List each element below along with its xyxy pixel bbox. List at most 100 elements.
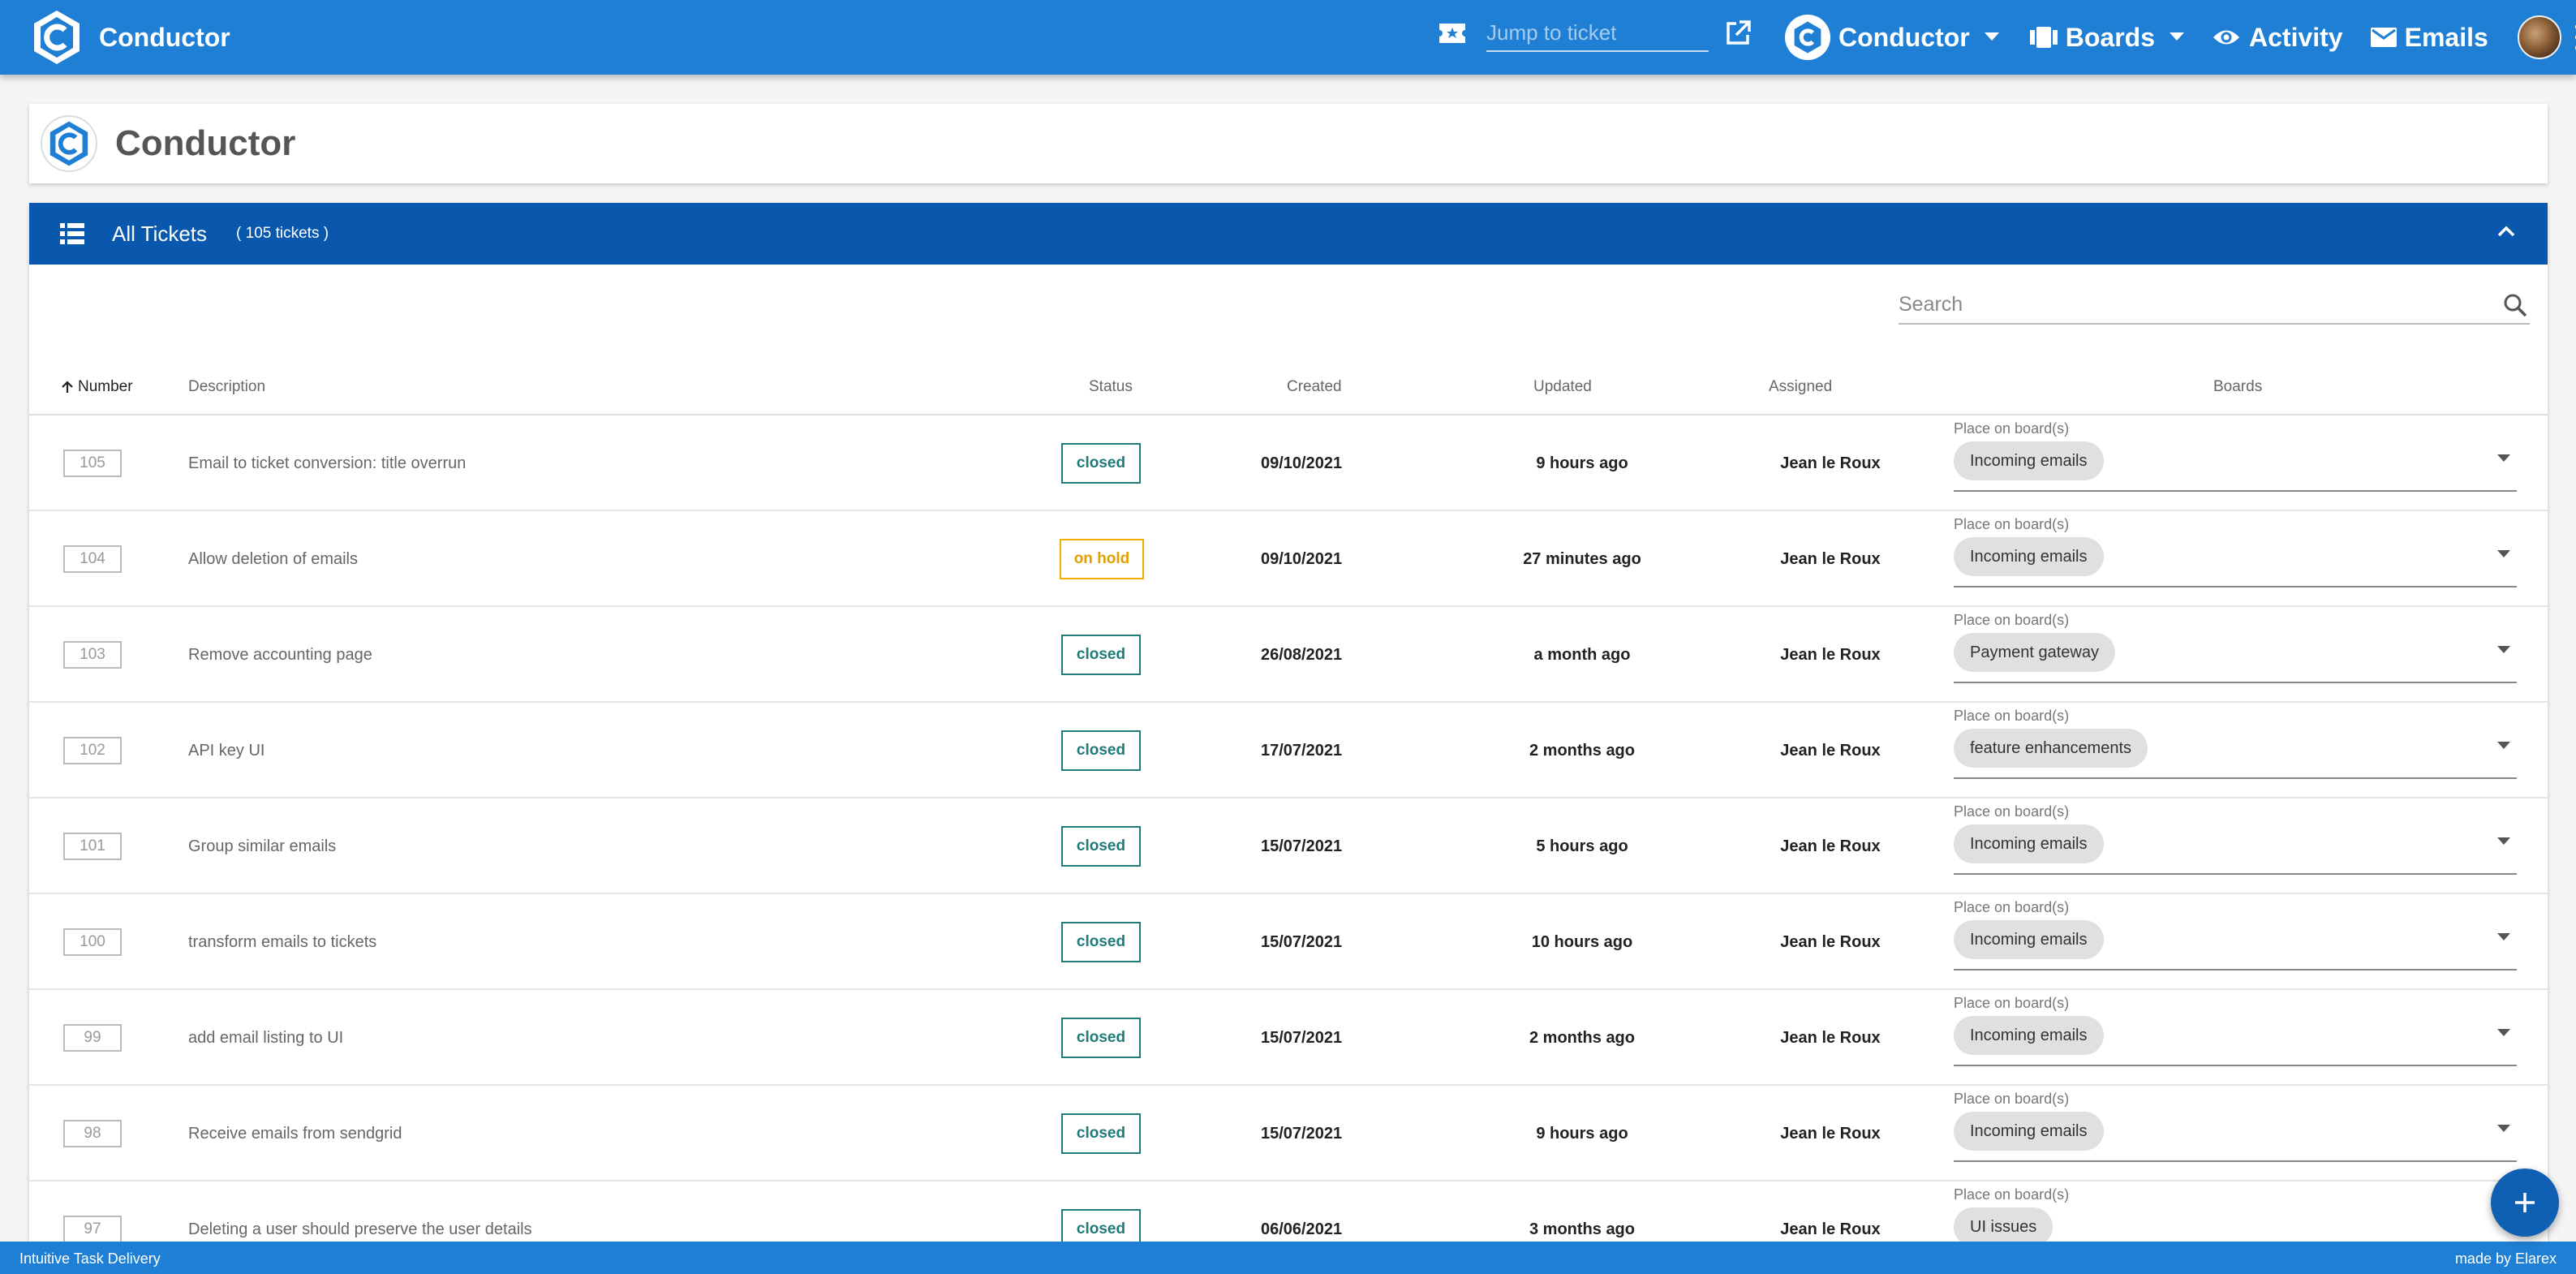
- board-select-label: Place on board(s): [1954, 1186, 2070, 1203]
- column-header-assigned[interactable]: Assigned: [1769, 378, 1832, 396]
- table-row[interactable]: 98 Receive emails from sendgrid closed 15/0…: [29, 1086, 2548, 1181]
- assignee: Jean le Roux: [1780, 1220, 1881, 1238]
- ticket-number[interactable]: 99: [63, 1024, 122, 1052]
- ticket-description[interactable]: add email listing to UI: [188, 1029, 343, 1048]
- created-date: 15/07/2021: [1261, 933, 1343, 951]
- board-chip[interactable]: Incoming emails: [1954, 920, 2104, 959]
- brand[interactable]: Conductor: [31, 9, 230, 66]
- dropdown-arrow-icon[interactable]: [2497, 933, 2510, 941]
- created-date: 17/07/2021: [1261, 742, 1343, 760]
- ticket-description[interactable]: Group similar emails: [188, 837, 336, 856]
- activity-link[interactable]: Activity: [2212, 23, 2343, 53]
- add-ticket-button[interactable]: [2491, 1169, 2559, 1237]
- dropdown-arrow-icon[interactable]: [2497, 454, 2510, 463]
- updated-time: 2 months ago: [1529, 742, 1635, 760]
- mail-icon: [2370, 28, 2397, 47]
- footer-credit: made by Elarex: [2454, 1250, 2557, 1267]
- boards-menu[interactable]: Boards: [2029, 23, 2184, 53]
- search-input[interactable]: [1899, 287, 2483, 321]
- dropdown-arrow-icon[interactable]: [2497, 837, 2510, 846]
- ticket-description[interactable]: Deleting a user should preserve the user…: [188, 1220, 532, 1239]
- board-select[interactable]: Place on board(s) Incoming emails: [1954, 1091, 2517, 1162]
- status-badge: closed: [1061, 1113, 1141, 1154]
- ticket-description[interactable]: API key UI: [188, 742, 264, 760]
- updated-time: 10 hours ago: [1531, 933, 1633, 951]
- tickets-panel: All Tickets ( 105 tickets ) Number Descr…: [29, 203, 2548, 1258]
- ticket-number[interactable]: 103: [63, 641, 122, 669]
- ticket-number[interactable]: 105: [63, 450, 122, 477]
- panel-title: All Tickets: [112, 221, 208, 246]
- table-row[interactable]: 102 API key UI closed 17/07/2021 2 months ag…: [29, 703, 2548, 798]
- user-avatar[interactable]: [2517, 15, 2561, 59]
- created-date: 09/10/2021: [1261, 550, 1343, 568]
- plus-icon: [2515, 1193, 2535, 1212]
- dropdown-arrow-icon[interactable]: [2497, 1029, 2510, 1037]
- ticket-description[interactable]: Allow deletion of emails: [188, 550, 358, 569]
- ticket-number[interactable]: 100: [63, 928, 122, 956]
- board-chip[interactable]: Incoming emails: [1954, 441, 2104, 480]
- table-row[interactable]: 104 Allow deletion of emails on hold 09/10/…: [29, 511, 2548, 607]
- workspace-menu[interactable]: Conductor: [1785, 15, 1999, 60]
- table-row[interactable]: 103 Remove accounting page closed 26/08/202…: [29, 607, 2548, 703]
- dropdown-arrow-icon[interactable]: [2497, 742, 2510, 750]
- table-header: Number Description Status Created Update…: [29, 357, 2548, 415]
- table-row[interactable]: 101 Group similar emails closed 15/07/2021 5…: [29, 798, 2548, 894]
- board-chip[interactable]: Incoming emails: [1954, 1016, 2104, 1055]
- updated-time: a month ago: [1533, 646, 1631, 664]
- ticket-description[interactable]: transform emails to tickets: [188, 933, 376, 952]
- jump-to-ticket: [1438, 15, 1752, 52]
- table-row[interactable]: 99 add email listing to UI closed 15/07/202…: [29, 990, 2548, 1086]
- brand-name: Conductor: [99, 22, 230, 52]
- search-icon[interactable]: [2502, 292, 2528, 318]
- ticket-description[interactable]: Receive emails from sendgrid: [188, 1125, 402, 1143]
- updated-time: 9 hours ago: [1536, 1125, 1628, 1143]
- chevron-up-icon[interactable]: [2497, 226, 2515, 237]
- table-row[interactable]: 105 Email to ticket conversion: title ove…: [29, 415, 2548, 511]
- column-header-description[interactable]: Description: [188, 378, 265, 396]
- jump-to-ticket-input[interactable]: [1486, 15, 1709, 52]
- ticket-description[interactable]: Remove accounting page: [188, 646, 372, 665]
- ticket-number[interactable]: 102: [63, 737, 122, 764]
- board-select[interactable]: Place on board(s) Incoming emails: [1954, 803, 2517, 875]
- page-logo-icon: [41, 115, 97, 172]
- page-title: Conductor: [115, 123, 296, 163]
- ticket-description[interactable]: Email to ticket conversion: title overru…: [188, 454, 466, 473]
- board-chip[interactable]: Payment gateway: [1954, 633, 2115, 672]
- board-select-label: Place on board(s): [1954, 899, 2070, 915]
- updated-time: 5 hours ago: [1536, 837, 1628, 855]
- ticket-count: ( 105 tickets ): [236, 225, 329, 242]
- board-chip[interactable]: Incoming emails: [1954, 537, 2104, 576]
- board-select[interactable]: Place on board(s) Incoming emails: [1954, 995, 2517, 1066]
- eye-icon: [2213, 30, 2239, 45]
- board-select[interactable]: Place on board(s) feature enhancements: [1954, 708, 2517, 779]
- column-header-status[interactable]: Status: [1089, 378, 1133, 396]
- board-chip[interactable]: UI issues: [1954, 1207, 2053, 1246]
- ticket-number[interactable]: 101: [63, 833, 122, 860]
- table-row[interactable]: 100 transform emails to tickets closed 15/0…: [29, 894, 2548, 990]
- board-chip[interactable]: Incoming emails: [1954, 1112, 2104, 1151]
- created-date: 26/08/2021: [1261, 646, 1343, 664]
- tickets-panel-header[interactable]: All Tickets ( 105 tickets ): [29, 203, 2548, 265]
- ticket-number[interactable]: 104: [63, 545, 122, 573]
- ticket-number[interactable]: 97: [63, 1216, 122, 1243]
- dropdown-arrow-icon[interactable]: [2497, 550, 2510, 558]
- board-chip[interactable]: Incoming emails: [1954, 824, 2104, 863]
- dropdown-arrow-icon[interactable]: [2497, 646, 2510, 654]
- board-chip[interactable]: feature enhancements: [1954, 729, 2148, 768]
- emails-link[interactable]: Emails: [2370, 23, 2488, 53]
- updated-time: 9 hours ago: [1536, 454, 1628, 472]
- ticket-number[interactable]: 98: [63, 1120, 122, 1147]
- open-external-icon[interactable]: [1723, 19, 1752, 48]
- column-header-number[interactable]: Number: [60, 378, 133, 396]
- activity-label: Activity: [2249, 22, 2343, 52]
- created-date: 15/07/2021: [1261, 1125, 1343, 1143]
- board-select[interactable]: Place on board(s) Incoming emails: [1954, 899, 2517, 971]
- board-select[interactable]: Place on board(s) Incoming emails: [1954, 516, 2517, 588]
- board-select[interactable]: Place on board(s) Incoming emails: [1954, 420, 2517, 492]
- conductor-logo-icon: [34, 11, 80, 64]
- dropdown-arrow-icon[interactable]: [2497, 1125, 2510, 1133]
- created-date: 09/10/2021: [1261, 454, 1343, 472]
- board-select[interactable]: Place on board(s) Payment gateway: [1954, 612, 2517, 683]
- column-header-updated[interactable]: Updated: [1533, 378, 1592, 396]
- column-header-created[interactable]: Created: [1287, 378, 1342, 396]
